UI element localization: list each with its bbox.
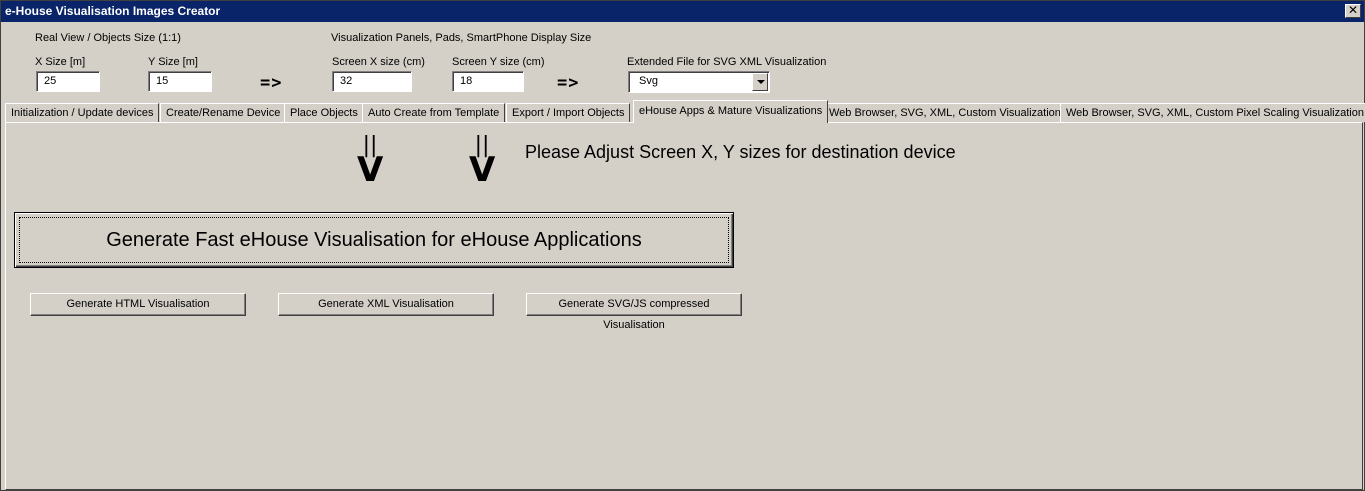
generate-fast-visualisation-button[interactable]: Generate Fast eHouse Visualisation for e… xyxy=(14,212,734,268)
right-arrow-2: => xyxy=(557,73,580,93)
y-size-label: Y Size [m] xyxy=(148,56,198,68)
display-size-heading: Visualization Panels, Pads, SmartPhone D… xyxy=(331,32,592,44)
tab-web-browser-pixel-scaling[interactable]: Web Browser, SVG, XML, Custom Pixel Scal… xyxy=(1060,103,1365,122)
screen-x-input[interactable]: 32 xyxy=(332,71,412,92)
window-title: e-House Visualisation Images Creator xyxy=(5,4,221,18)
down-arrow-x-v: V xyxy=(357,150,384,190)
title-bar: e-House Visualisation Images Creator ✕ xyxy=(1,1,1364,22)
screen-y-label: Screen Y size (cm) xyxy=(452,56,545,68)
generate-html-button[interactable]: Generate HTML Visualisation xyxy=(30,293,246,316)
adjust-hint: Please Adjust Screen X, Y sizes for dest… xyxy=(525,142,956,162)
tab-ehouse-apps[interactable]: eHouse Apps & Mature Visualizations xyxy=(633,100,829,123)
generate-xml-button[interactable]: Generate XML Visualisation xyxy=(278,293,494,316)
x-size-label: X Size [m] xyxy=(35,56,86,68)
screen-x-label: Screen X size (cm) xyxy=(332,56,425,68)
real-view-heading: Real View / Objects Size (1:1) xyxy=(35,32,181,44)
tab-auto-create-template[interactable]: Auto Create from Template xyxy=(362,103,506,122)
screen-y-input[interactable]: 18 xyxy=(452,71,524,92)
extended-file-select[interactable]: Svg xyxy=(628,71,770,93)
down-arrow-y-v: V xyxy=(469,150,496,190)
extended-file-label: Extended File for SVG XML Visualization xyxy=(627,56,827,68)
tab-initialization[interactable]: Initialization / Update devices xyxy=(5,103,160,122)
generate-svg-button[interactable]: Generate SVG/JS compressed Visualisation xyxy=(526,293,742,331)
tab-export-import[interactable]: Export / Import Objects xyxy=(506,103,631,122)
tab-create-rename-device[interactable]: Create/Rename Device xyxy=(160,103,287,122)
chevron-down-icon[interactable] xyxy=(752,73,768,91)
tab-web-browser-custom[interactable]: Web Browser, SVG, XML, Custom Visualizat… xyxy=(823,103,1073,122)
down-arrow-x: || V xyxy=(357,135,384,190)
main-window: e-House Visualisation Images Creator ✕ R… xyxy=(0,0,1365,491)
tab-place-objects[interactable]: Place Objects xyxy=(284,103,364,122)
extended-file-value: Svg xyxy=(639,75,658,87)
down-arrow-y: || V xyxy=(469,135,496,190)
right-arrow-1: => xyxy=(260,73,283,93)
x-size-input[interactable]: 25 xyxy=(36,71,100,92)
close-icon[interactable]: ✕ xyxy=(1345,4,1361,18)
y-size-input[interactable]: 15 xyxy=(148,71,212,92)
